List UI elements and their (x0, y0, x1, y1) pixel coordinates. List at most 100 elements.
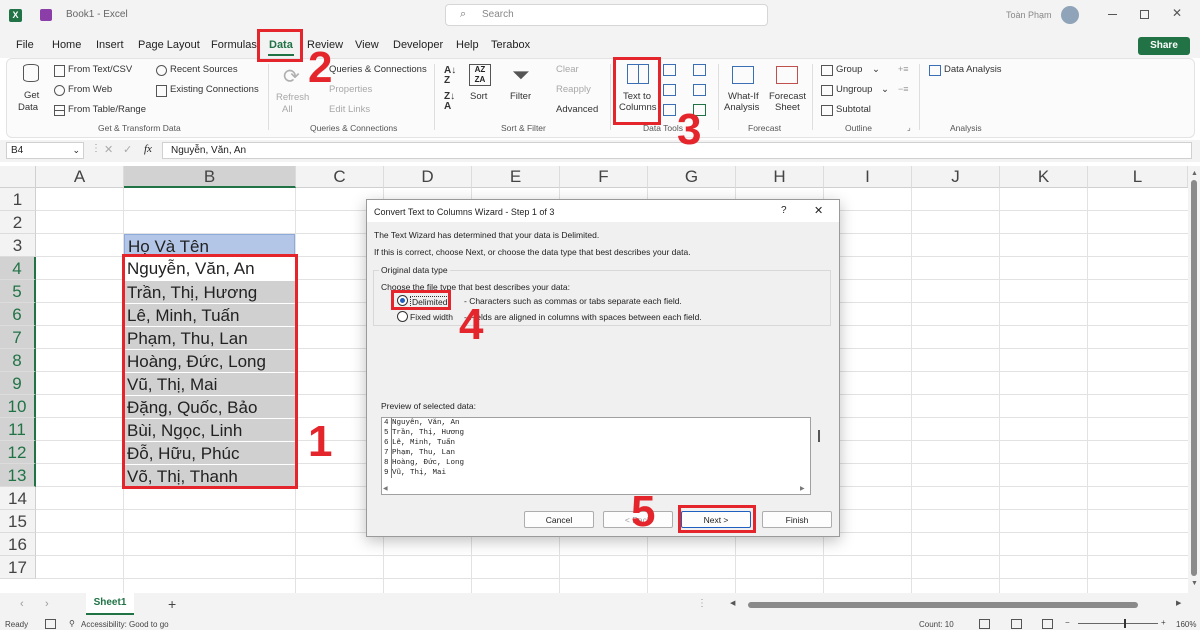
tab-help[interactable]: Help (456, 39, 479, 51)
macro-record-icon[interactable] (45, 619, 56, 629)
show-detail-icon[interactable]: +≡ (898, 64, 909, 74)
row-header[interactable]: 12 (0, 441, 36, 464)
remove-duplicates-icon[interactable] (663, 84, 676, 96)
tab-formulas[interactable]: Formulas (211, 39, 257, 51)
flash-fill-icon[interactable] (663, 64, 676, 76)
accessibility-status[interactable]: Accessibility: Good to go (81, 620, 169, 629)
prev-sheet-icon[interactable]: ‹ (20, 598, 24, 610)
row-header[interactable]: 2 (0, 211, 36, 234)
tab-view[interactable]: View (355, 39, 379, 51)
consolidate-icon[interactable] (693, 64, 706, 76)
column-header[interactable]: G (648, 166, 736, 188)
row-header[interactable]: 7 (0, 326, 36, 349)
column-header[interactable]: E (472, 166, 560, 188)
scroll-down-icon[interactable]: ▼ (1191, 580, 1198, 587)
column-header[interactable]: A (36, 166, 124, 188)
row-header[interactable]: 9 (0, 372, 36, 395)
filter-button[interactable]: ⏷ Filter (508, 62, 536, 118)
row-header[interactable]: 10 (0, 395, 36, 418)
vertical-scrollbar[interactable]: ▲ ▼ (1188, 166, 1200, 593)
row-header[interactable]: 17 (0, 556, 36, 579)
finish-button[interactable]: Finish (762, 511, 832, 528)
name-box[interactable]: B4 ⌄ (6, 142, 84, 159)
confirm-entry-icon[interactable]: ✓ (123, 143, 132, 156)
row-header[interactable]: 13 (0, 464, 36, 487)
zoom-slider[interactable] (1078, 619, 1158, 628)
cancel-button[interactable]: Cancel (524, 511, 594, 528)
more-options-icon[interactable]: ⋮ (91, 143, 101, 154)
sort-button[interactable]: AZ ZA Sort (466, 64, 494, 118)
preview-vertical-scroll[interactable] (818, 430, 820, 442)
close-icon[interactable]: ✕ (814, 204, 823, 217)
zoom-out-icon[interactable]: − (1065, 618, 1070, 627)
what-if-analysis-button[interactable]: What-If Analysis (722, 62, 762, 120)
row-header[interactable]: 4 (0, 257, 36, 280)
page-break-view-icon[interactable] (1042, 619, 1053, 629)
sheet-tab-sheet1[interactable]: Sheet1 (86, 593, 134, 615)
tab-page-layout[interactable]: Page Layout (138, 39, 200, 51)
avatar[interactable] (1061, 6, 1079, 24)
row-header[interactable]: 15 (0, 510, 36, 533)
accessibility-icon[interactable]: ⚲ (69, 619, 75, 628)
zoom-slider-thumb[interactable] (1124, 619, 1126, 628)
minimize-icon[interactable] (1108, 14, 1117, 15)
row-header[interactable]: 1 (0, 188, 36, 211)
scroll-right-icon[interactable]: ▶ (1176, 599, 1181, 607)
row-header[interactable]: 5 (0, 280, 36, 303)
restore-icon[interactable] (1140, 10, 1149, 19)
column-header[interactable]: J (912, 166, 1000, 188)
column-header[interactable]: B (124, 166, 296, 188)
normal-view-icon[interactable] (979, 619, 990, 629)
insert-function-icon[interactable]: fx (144, 143, 152, 155)
select-all-corner[interactable] (0, 166, 36, 188)
preview-scroll-left-icon[interactable]: ◀ (383, 485, 388, 492)
scroll-thumb[interactable] (1191, 180, 1197, 576)
column-header[interactable]: F (560, 166, 648, 188)
share-button[interactable]: Share (1138, 37, 1190, 55)
column-header[interactable]: L (1088, 166, 1188, 188)
data-validation-icon[interactable] (663, 104, 676, 116)
horizontal-scroll-thumb[interactable] (748, 602, 1138, 608)
tab-insert[interactable]: Insert (96, 39, 124, 51)
row-header[interactable]: 3 (0, 234, 36, 257)
sort-az-icon[interactable]: A↓ Z (444, 66, 456, 86)
close-window-icon[interactable]: ✕ (1172, 6, 1182, 20)
row-header[interactable]: 6 (0, 303, 36, 326)
user-name[interactable]: Toàn Phạm (1006, 10, 1052, 20)
tab-home[interactable]: Home (52, 39, 81, 51)
tab-file[interactable]: File (16, 39, 34, 51)
column-header[interactable]: C (296, 166, 384, 188)
save-icon[interactable] (40, 9, 52, 21)
relationships-icon[interactable] (693, 84, 706, 96)
zoom-level[interactable]: 160% (1176, 620, 1196, 629)
fixed-width-label[interactable]: Fixed width (410, 312, 453, 322)
preview-scroll-right-icon[interactable]: ▶ (800, 485, 805, 492)
hide-detail-icon[interactable]: −≡ (898, 84, 909, 94)
add-sheet-icon[interactable]: + (168, 596, 176, 612)
row-header[interactable]: 14 (0, 487, 36, 510)
preview-box[interactable]: 4 Nguyễn, Văn, An 5 Trần, Thị, Hương 6 Lê, … (381, 417, 811, 495)
get-data-button[interactable]: Get Data (14, 62, 48, 118)
column-header[interactable]: K (1000, 166, 1088, 188)
forecast-sheet-button[interactable]: Forecast Sheet (766, 62, 806, 120)
column-header[interactable]: D (384, 166, 472, 188)
help-icon[interactable]: ? (781, 205, 787, 216)
row-header[interactable]: 16 (0, 533, 36, 556)
column-header[interactable]: H (736, 166, 824, 188)
scroll-up-icon[interactable]: ▲ (1191, 170, 1198, 177)
cancel-entry-icon[interactable]: ✕ (104, 143, 113, 156)
tab-terabox[interactable]: Terabox (491, 39, 530, 51)
tab-developer[interactable]: Developer (393, 39, 443, 51)
tabs-options-icon[interactable]: ⋮ (697, 598, 707, 609)
zoom-in-icon[interactable]: + (1161, 618, 1166, 627)
row-header[interactable]: 8 (0, 349, 36, 372)
refresh-all-button[interactable]: ⟳ Refresh All (274, 64, 310, 118)
row-header[interactable]: 11 (0, 418, 36, 441)
column-header[interactable]: I (824, 166, 912, 188)
next-sheet-icon[interactable]: › (45, 598, 49, 610)
fixed-width-radio[interactable] (397, 311, 408, 322)
dialog-launcher-icon[interactable]: ⌟ (907, 123, 911, 132)
scroll-left-icon[interactable]: ◀ (730, 599, 735, 607)
sort-za-icon[interactable]: Z↓ A (444, 92, 455, 112)
page-layout-view-icon[interactable] (1011, 619, 1022, 629)
